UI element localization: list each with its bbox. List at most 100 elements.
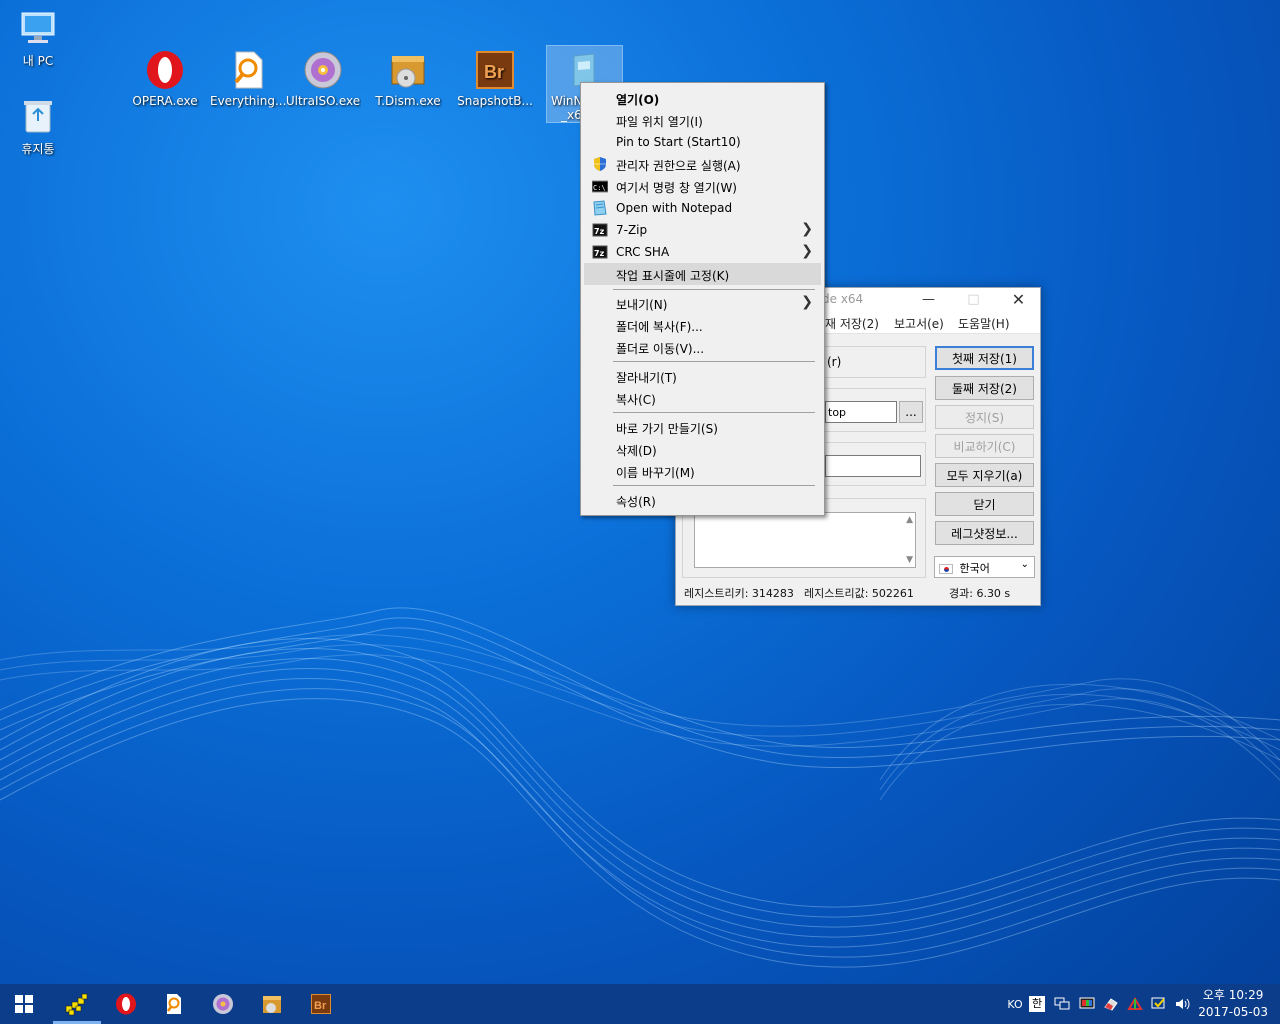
system-clock[interactable]: 오후 10:29 2017-05-03 [1198,987,1268,1021]
compare-button[interactable]: 비교하기(C) [935,434,1034,458]
display-tool-icon[interactable] [1075,984,1099,1024]
menu-item-run-as-admin[interactable]: 관리자 권한으로 실행(A) [584,153,821,175]
maximize-button[interactable]: □ [951,288,996,310]
menu-item-label: 관리자 권한으로 실행(A) [616,159,741,173]
menu-item-copy-to-folder[interactable]: 폴더에 복사(F)... [584,314,821,336]
submenu-arrow-icon: ❯ [801,221,813,237]
comment-textarea[interactable]: ▲ ▼ [694,512,916,568]
color-picker-icon[interactable] [1123,984,1147,1024]
ime-mode-button[interactable]: 한 [1026,984,1048,1024]
language-select[interactable]: 한국어 ⌄ [934,556,1035,578]
security-tray-icon[interactable] [1147,984,1171,1024]
desktop-icon-recycle-bin[interactable]: 휴지통 [0,96,76,157]
scan-path-input[interactable]: top [825,401,897,423]
menu-separator [613,361,815,362]
menu-item-7zip[interactable]: 7z 7-Zip ❯ [584,219,821,241]
menu-item-cut[interactable]: 잘라내기(T) [584,365,821,387]
browse-button[interactable]: ... [899,401,923,423]
disc-icon [303,50,343,90]
menu-item-label: 여기서 명령 창 열기(W) [616,181,737,195]
clear-all-button[interactable]: 모두 지우기(a) [935,463,1034,487]
desktop-icon-label: 내 PC [22,54,54,68]
ime-language-indicator[interactable]: KO [1004,984,1026,1024]
menu-item-move-to-folder[interactable]: 폴더로 이동(V)... [584,336,821,358]
taskbar-bridge[interactable]: Br [297,984,345,1024]
menu-item-label: 작업 표시줄에 고정(K) [616,269,730,283]
command-prompt-icon: C:\ [591,178,609,194]
second-shot-button[interactable]: 둘째 저장(2) [935,376,1034,400]
bridge-br-icon: Br [475,50,515,90]
desktop-icon-snapshot-bridge[interactable]: Br SnapshotB... [457,50,533,108]
menu-item-pin-to-start[interactable]: Pin to Start (Start10) [584,131,821,153]
menu-report[interactable]: 보고서(e) [894,315,944,332]
menu-item-properties[interactable]: 속성(R) [584,489,821,511]
menu-item-label: 7-Zip [616,223,648,237]
taskbar-tdism[interactable] [248,984,296,1024]
menu-item-rename[interactable]: 이름 바꾸기(M) [584,460,821,482]
desktop-icon-opera[interactable]: OPERA.exe [127,50,203,108]
menu-item-open-file-location[interactable]: 파일 위치 열기(I) [584,109,821,131]
regshot-icon [65,993,88,1016]
desktop-icon-tdism[interactable]: T.Dism.exe [370,50,446,108]
chevron-down-icon: ⌄ [1020,559,1029,570]
taskbar-opera[interactable] [102,984,150,1024]
menu-item-crc-sha[interactable]: 7z CRC SHA ❯ [584,241,821,263]
about-button[interactable]: 레그샷정보... [935,521,1034,545]
menu-item-create-shortcut[interactable]: 바로 가기 만들기(S) [584,416,821,438]
menu-save2[interactable]: 재 저장(2) [825,315,879,332]
menu-item-delete[interactable]: 삭제(D) [584,438,821,460]
opera-icon [116,993,136,1015]
installer-box-icon [388,50,428,90]
minimize-button[interactable]: — [906,288,951,310]
menu-item-open[interactable]: 열기(O) [584,87,821,109]
ime-mode-label: 한 [1029,996,1045,1012]
menu-separator [613,412,815,413]
disc-icon [213,994,233,1014]
menu-item-open-with-notepad[interactable]: Open with Notepad [584,197,821,219]
context-menu[interactable]: 열기(O) 파일 위치 열기(I) Pin to Start (Start10)… [580,82,825,516]
menu-item-label: 열기(O) [616,93,660,107]
first-shot-button[interactable]: 첫째 저장(1) [935,346,1034,370]
close-app-button[interactable]: 닫기 [935,492,1034,516]
output-path-input[interactable] [825,455,921,477]
language-value: 한국어 [959,562,990,575]
desktop-icon-label: UltraISO.exe [285,94,361,108]
taskbar-regshot[interactable] [53,984,101,1024]
svg-text:Br: Br [314,1000,327,1012]
menu-item-label: Pin to Start (Start10) [616,135,741,149]
taskbar: Br KO 한 오후 10:29 2017-05-03 [0,984,1280,1024]
svg-text:Br: Br [484,62,504,82]
volume-icon[interactable] [1171,984,1195,1024]
7zip-icon: 7z [592,244,608,260]
taskbar-ultraiso[interactable] [199,984,247,1024]
menu-item-label: 바로 가기 만들기(S) [616,422,718,436]
scroll-down-icon[interactable]: ▼ [906,555,913,565]
menu-item-label: 잘라내기(T) [616,371,677,385]
menu-help[interactable]: 도움말(H) [958,315,1010,332]
menu-item-copy[interactable]: 복사(C) [584,387,821,409]
svg-text:7z: 7z [594,227,605,236]
taskbar-everything[interactable] [150,984,198,1024]
uac-shield-icon [592,156,608,172]
desktop-icon-this-pc[interactable]: 내 PC [0,8,76,69]
menu-item-label: 폴더에 복사(F)... [616,320,703,334]
wallpaper-waves [0,607,1280,968]
everything-search-icon [228,50,268,90]
clock-time: 오후 10:29 [1202,988,1264,1002]
desktop-icon-everything[interactable]: Everything.... [210,50,286,108]
stop-button[interactable]: 정지(S) [935,405,1034,429]
eraser-tool-icon[interactable] [1099,984,1123,1024]
clock-date: 2017-05-03 [1198,1005,1268,1019]
scroll-up-icon[interactable]: ▲ [906,515,913,525]
menu-item-send-to[interactable]: 보내기(N) ❯ [584,292,821,314]
network-monitor-icon[interactable] [1050,984,1074,1024]
desktop-icon-ultraiso[interactable]: UltraISO.exe [285,50,361,108]
svg-text:C:\: C:\ [593,184,606,192]
start-button[interactable] [0,984,48,1024]
menu-item-open-command-window[interactable]: C:\ 여기서 명령 창 열기(W) [584,175,821,197]
desktop-icon-label: OPERA.exe [132,94,198,108]
close-button[interactable]: ✕ [996,288,1041,310]
menu-item-label: 파일 위치 열기(I) [616,115,703,129]
menu-item-label: 이름 바꾸기(M) [616,466,695,480]
menu-item-pin-to-taskbar[interactable]: 작업 표시줄에 고정(K) [584,263,821,285]
